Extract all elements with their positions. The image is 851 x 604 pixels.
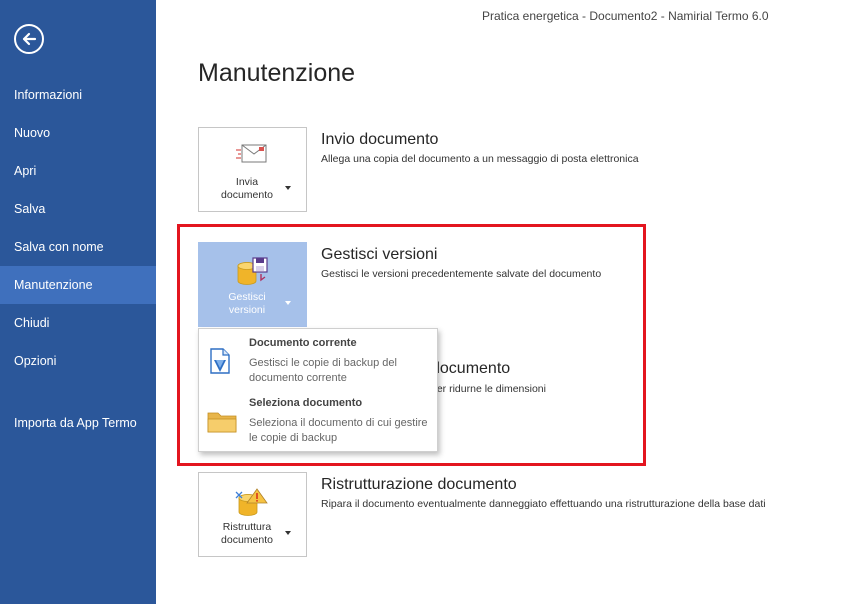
chevron-down-icon <box>285 531 291 535</box>
nav-item-manutenzione[interactable]: Manutenzione <box>0 266 156 304</box>
send-document-button[interactable]: Invia documento <box>198 127 307 212</box>
folder-icon <box>207 412 237 433</box>
restructure-database-icon <box>235 488 268 516</box>
restructure-document-button[interactable]: Ristruttura documento <box>198 472 307 557</box>
manage-versions-dropdown: Documento corrente Gestisci le copie di … <box>198 328 438 452</box>
backstage-sidebar: Informazioni Nuovo Apri Salva Salva con … <box>0 0 156 604</box>
menu-item-title: Documento corrente <box>249 337 357 349</box>
nav-item-apri[interactable]: Apri <box>0 153 156 189</box>
chevron-down-icon <box>285 186 291 190</box>
menu-item-documento-corrente[interactable]: Documento corrente Gestisci le copie di … <box>199 331 437 391</box>
nav-item-salva[interactable]: Salva <box>0 191 156 227</box>
current-document-icon <box>210 348 230 374</box>
restructure-document-label: Ristruttura documento <box>221 521 273 546</box>
window-title: Pratica energetica - Documento2 - Namiri… <box>482 9 769 23</box>
nav-item-informazioni[interactable]: Informazioni <box>0 77 156 113</box>
nav-item-nuovo[interactable]: Nuovo <box>0 115 156 151</box>
menu-item-title: Seleziona documento <box>249 397 363 409</box>
email-document-icon <box>236 144 267 163</box>
section-desc-ristrutturazione: Ripara il documento eventualmente danneg… <box>321 498 766 510</box>
nav-item-salva-con-nome[interactable]: Salva con nome <box>0 229 156 265</box>
section-title-invio: Invio documento <box>321 131 439 148</box>
section-title-ristrutturazione: Ristrutturazione documento <box>321 476 517 493</box>
nav-item-importa-da-app-termo[interactable]: Importa da App Termo <box>0 405 156 441</box>
nav-item-opzioni[interactable]: Opzioni <box>0 343 156 379</box>
back-button[interactable] <box>14 24 44 54</box>
back-arrow-icon <box>22 32 37 46</box>
send-document-label: Invia documento <box>221 176 273 201</box>
menu-item-seleziona-documento[interactable]: Seleziona documento Seleziona il documen… <box>199 391 437 451</box>
section-desc-invio: Allega una copia del documento a un mess… <box>321 153 639 165</box>
menu-item-description: Seleziona il documento di cui gestire le… <box>249 417 428 444</box>
nav-item-chiudi[interactable]: Chiudi <box>0 305 156 341</box>
menu-item-description: Gestisci le copie di backup del document… <box>249 357 397 384</box>
page-title: Manutenzione <box>198 59 356 87</box>
